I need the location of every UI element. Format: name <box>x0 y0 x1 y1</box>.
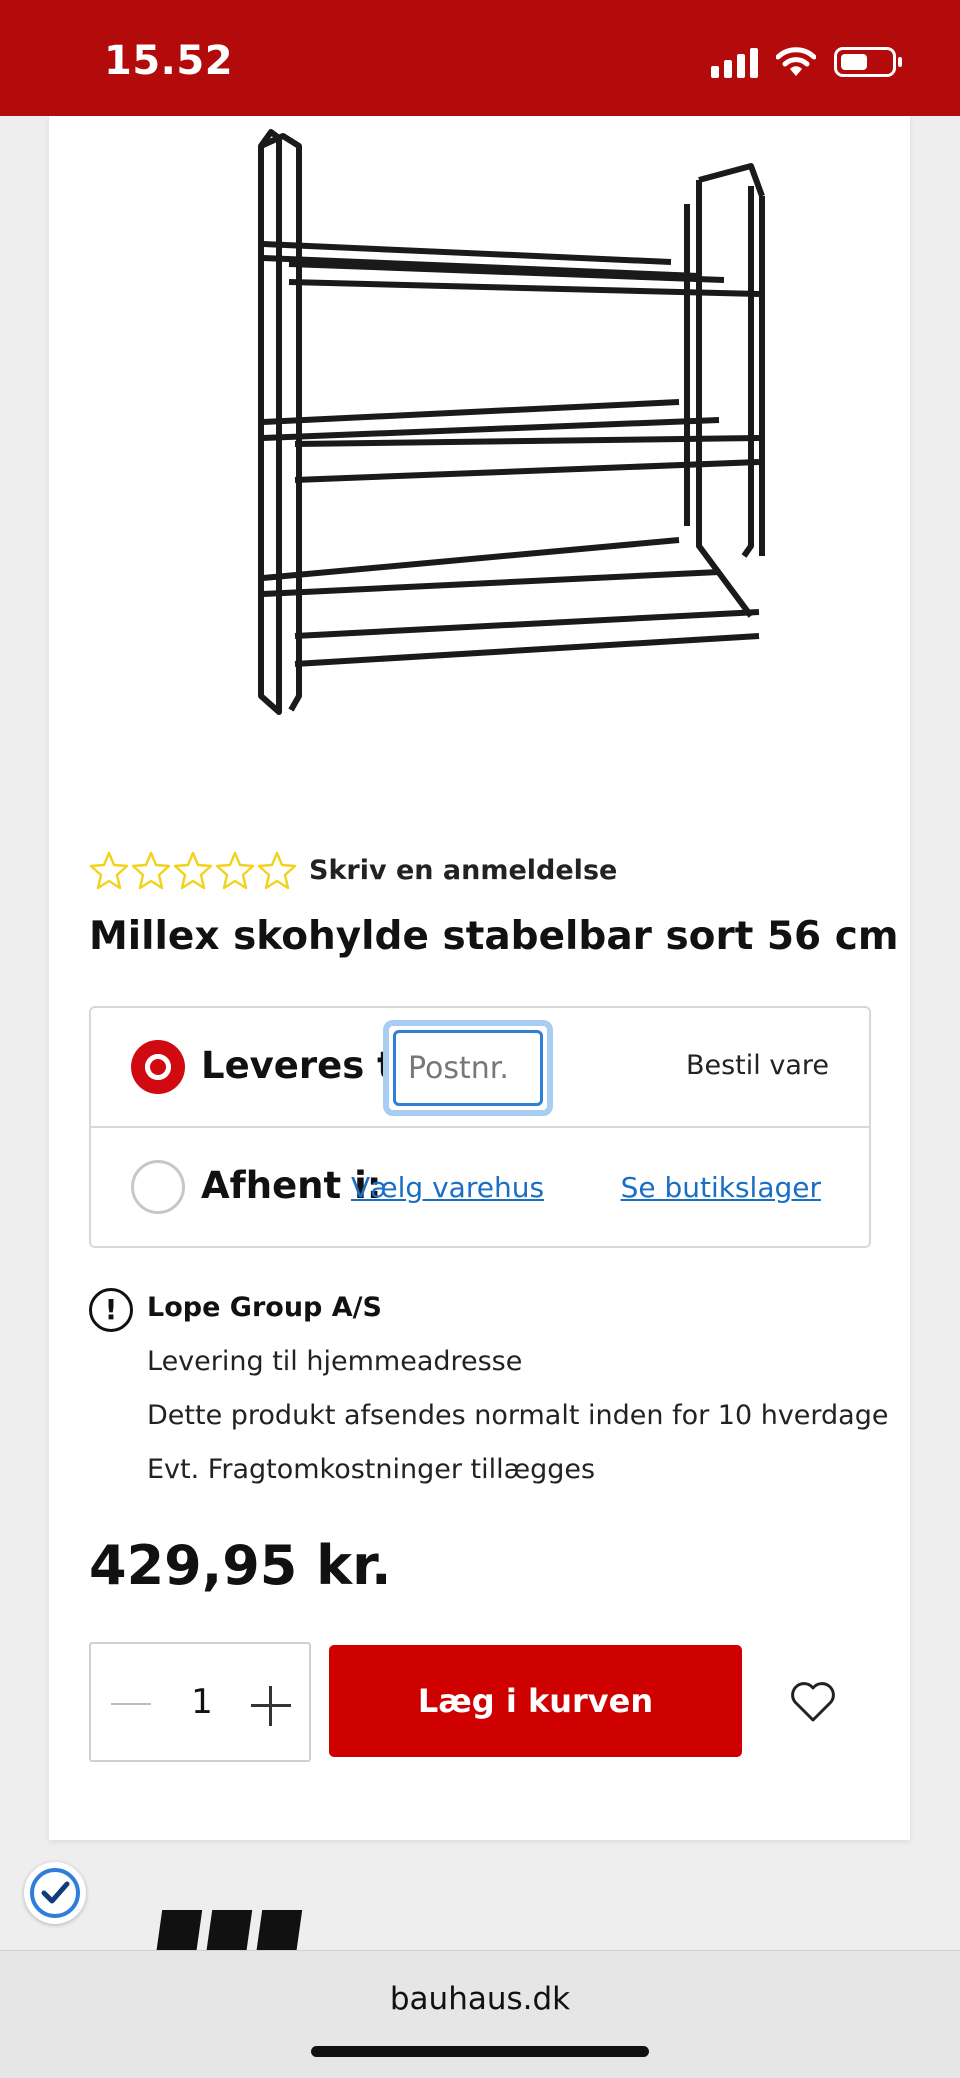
store-stock-link[interactable]: Se butikslager <box>621 1171 821 1204</box>
delivery-info-line: Levering til hjemmeadresse <box>147 1346 523 1377</box>
supplier-name: Lope Group A/S <box>147 1292 382 1323</box>
order-item-label: Bestil vare <box>685 1050 829 1081</box>
add-to-cart-button[interactable]: Læg i kurven <box>329 1645 742 1757</box>
star-icon[interactable] <box>89 850 129 890</box>
browser-bar: bauhaus.dk <box>0 1950 960 2078</box>
brand-logo <box>156 1896 336 1952</box>
minus-icon[interactable] <box>109 1684 153 1724</box>
battery-icon <box>834 47 902 77</box>
plus-icon[interactable] <box>249 1684 293 1728</box>
status-time: 15.52 <box>104 38 234 84</box>
postcode-input[interactable] <box>393 1030 543 1106</box>
delivery-info-line: Evt. Fragtomkostninger tillægges <box>147 1454 596 1485</box>
write-review-link[interactable]: Skriv en anmeldelse <box>309 855 617 886</box>
address-bar[interactable]: bauhaus.dk <box>0 1981 960 2017</box>
star-icon[interactable] <box>131 850 171 890</box>
delivery-options: Leveres til: Bestil vare Afhent i: Vælg … <box>89 1006 871 1248</box>
signal-icon <box>711 46 758 78</box>
pickup-option[interactable]: Afhent i: Vælg varehus Se butikslager <box>91 1128 869 1248</box>
pickup-radio[interactable] <box>131 1160 185 1214</box>
quantity-value[interactable]: 1 <box>187 1682 217 1722</box>
home-indicator[interactable] <box>311 2046 649 2057</box>
wifi-icon <box>776 47 816 76</box>
trust-badge-icon[interactable] <box>24 1862 86 1924</box>
star-icon[interactable] <box>215 850 255 890</box>
choose-store-link[interactable]: Vælg varehus <box>351 1171 544 1204</box>
deliver-option[interactable]: Leveres til: Bestil vare <box>91 1008 869 1128</box>
product-card: Skriv en anmeldelse Millex skohylde stab… <box>49 116 910 1840</box>
heart-icon[interactable] <box>789 1678 837 1724</box>
info-icon: ! <box>89 1288 133 1332</box>
status-bar: 15.52 <box>0 0 960 116</box>
postcode-focus-ring <box>383 1020 553 1116</box>
star-icon[interactable] <box>173 850 213 890</box>
rating-row: Skriv en anmeldelse <box>89 850 617 890</box>
product-price: 429,95 kr. <box>89 1534 392 1597</box>
product-title: Millex skohylde stabelbar sort 56 cm <box>89 914 899 959</box>
shoe-rack-image <box>258 129 765 715</box>
deliver-radio[interactable] <box>131 1040 185 1094</box>
status-icons <box>711 44 902 80</box>
quantity-stepper: 1 <box>89 1642 311 1762</box>
delivery-info-line: Dette produkt afsendes normalt inden for… <box>147 1400 889 1431</box>
rating-stars <box>89 850 297 890</box>
star-icon[interactable] <box>257 850 297 890</box>
